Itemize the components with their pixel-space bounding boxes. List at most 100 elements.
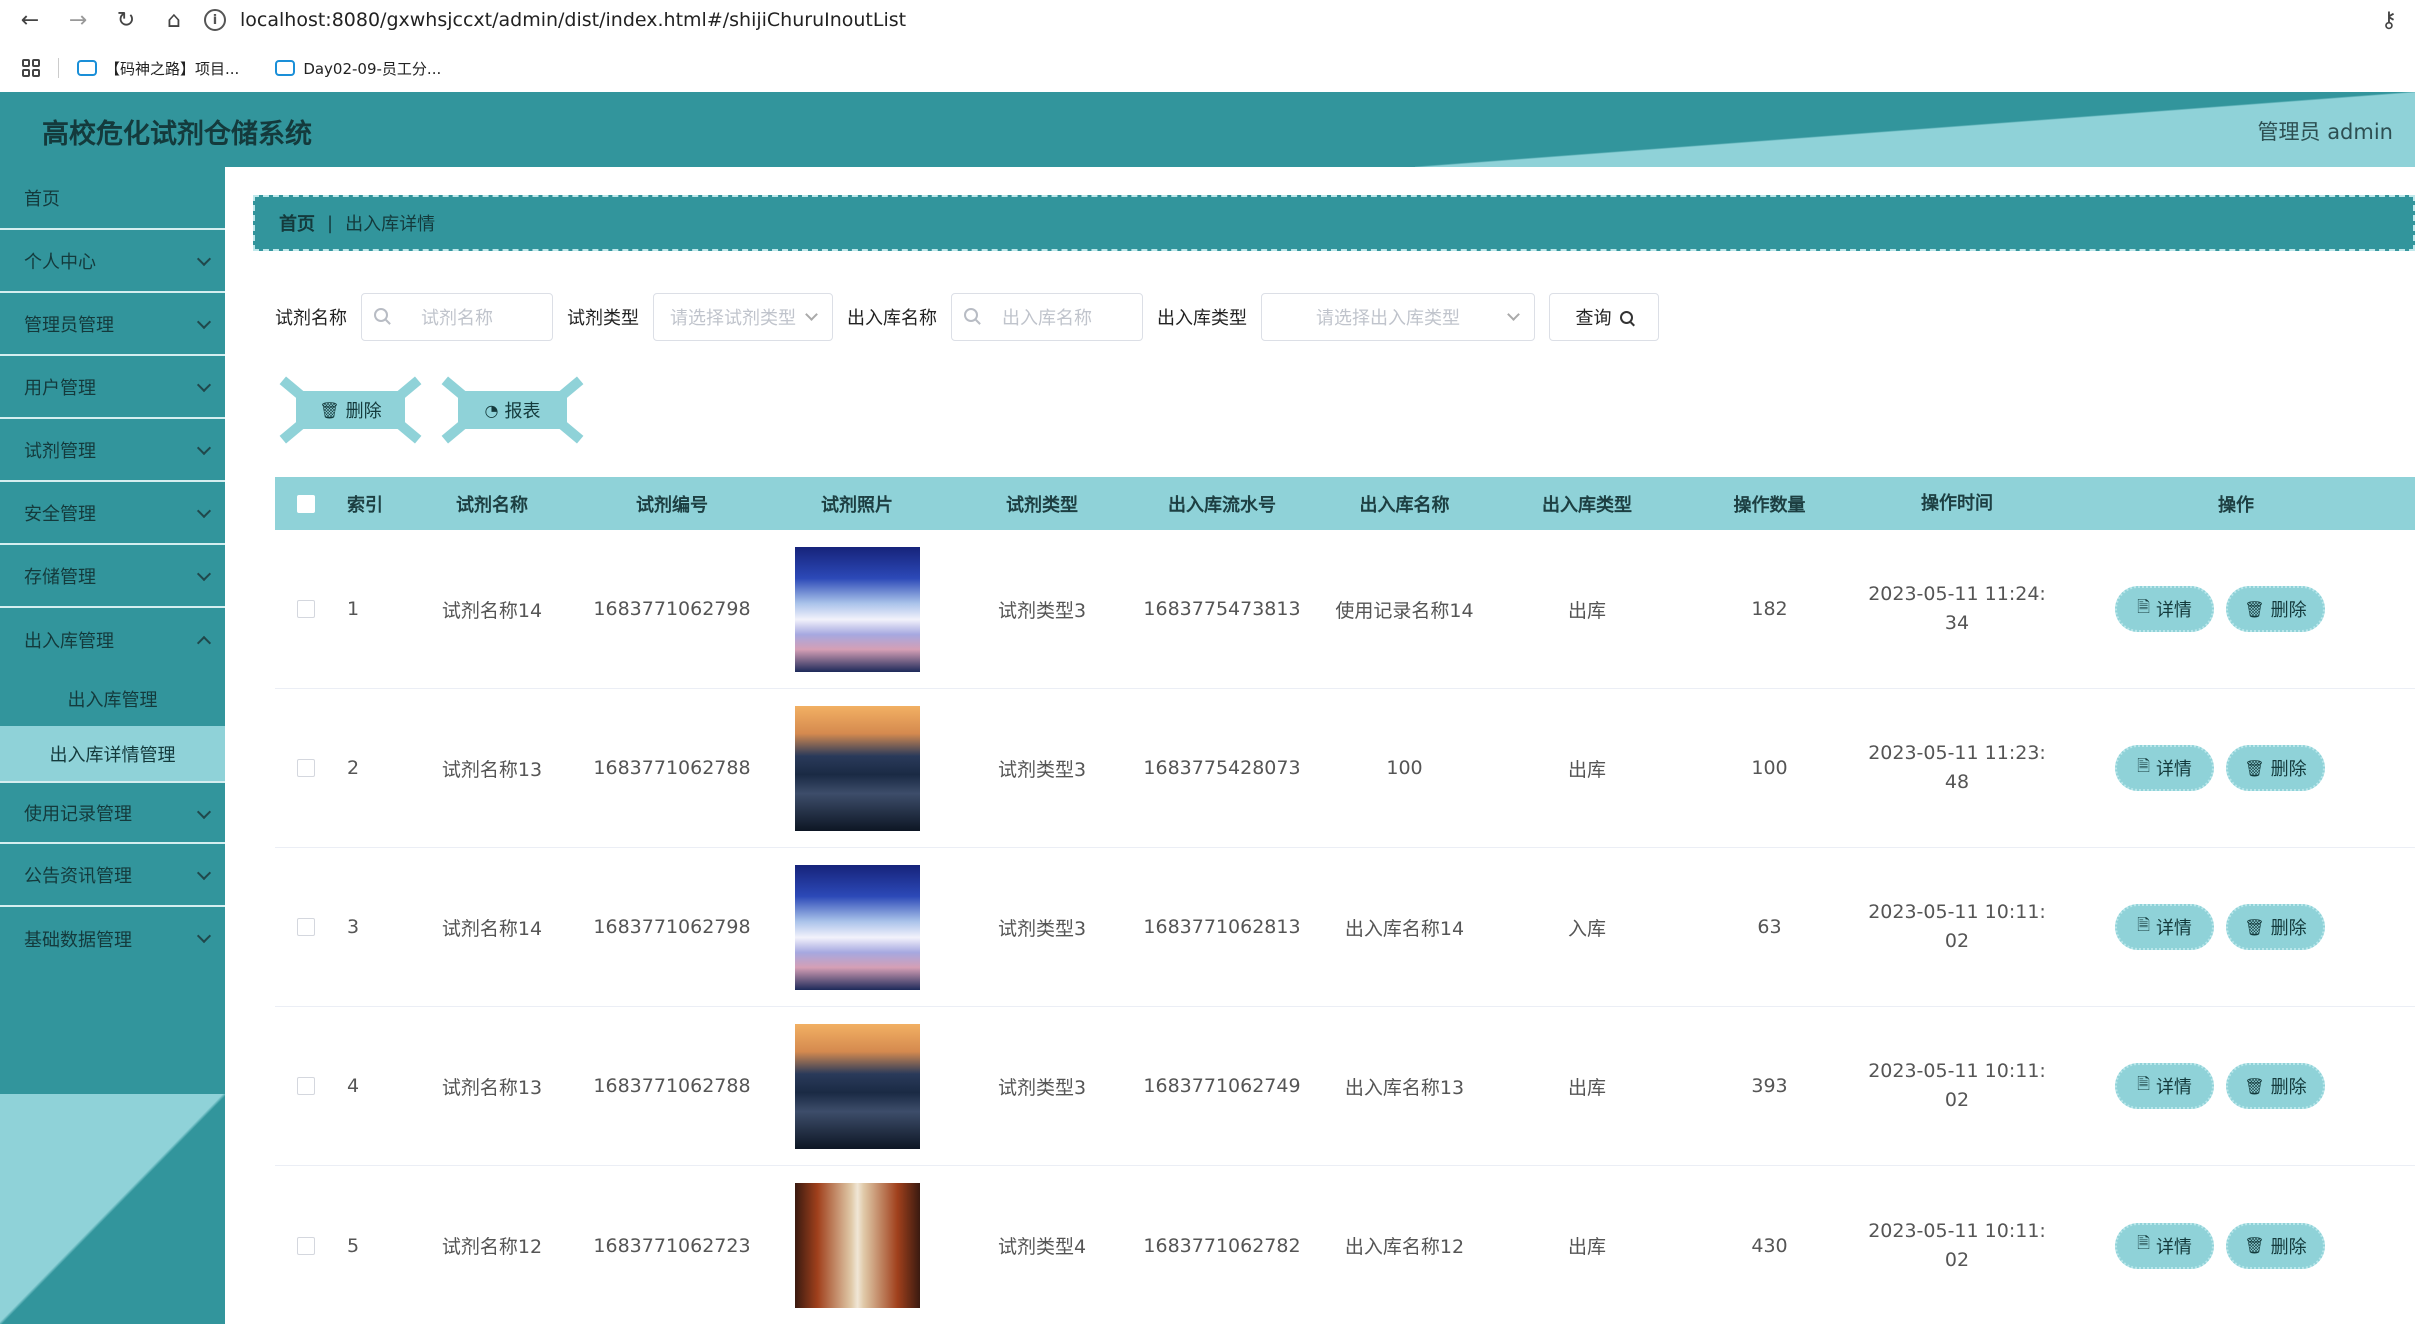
breadcrumb: 首页 | 出入库详情 — [253, 195, 2415, 251]
row-iotype: 出库 — [1567, 599, 1606, 622]
sidebar-item-security[interactable]: 安全管理 — [0, 482, 225, 545]
detail-label: 详情 — [2155, 759, 2192, 780]
report-button[interactable]: ◔ 报表 — [440, 376, 585, 444]
inout-type-select[interactable]: 请选择出入库类型 — [1261, 293, 1535, 341]
bookmark-item[interactable]: Day02-09-员工分... — [275, 58, 441, 79]
sidebar-item-admins[interactable]: 管理员管理 — [0, 293, 225, 356]
header-photo: 试剂照片 — [821, 494, 893, 516]
bilibili-icon — [275, 60, 296, 76]
reagent-type-select[interactable]: 请选择试剂类型 — [653, 293, 833, 341]
chevron-down-icon — [196, 377, 212, 393]
detail-button[interactable]: 🗎 详情 — [2115, 745, 2214, 791]
detail-label: 详情 — [2155, 600, 2192, 621]
sidebar: 首页 个人中心 管理员管理 用户管理 试剂管理 安全管理 存储管理 出入库管理 … — [0, 167, 225, 1324]
document-icon: 🗎 — [2137, 1073, 2150, 1093]
sidebar-item-inout[interactable]: 出入库管理 — [0, 608, 225, 671]
reagent-photo[interactable] — [794, 1023, 920, 1149]
bulk-delete-button[interactable]: 🗑 删除 — [278, 376, 423, 444]
row-checkbox[interactable] — [297, 1077, 315, 1095]
row-qty: 182 — [1751, 598, 1788, 620]
row-time: 2023-05-11 10:11: 02 — [1857, 898, 2057, 956]
row-actions: 🗎 详情 🗑 删除 — [2057, 1222, 2415, 1269]
row-photo-cell — [757, 1023, 957, 1149]
row-photo-cell — [757, 546, 957, 672]
forward-icon[interactable]: → — [60, 2, 96, 38]
row-checkbox[interactable] — [297, 918, 315, 936]
sidebar-item-profile[interactable]: 个人中心 — [0, 230, 225, 293]
report-label: 报表 — [504, 401, 541, 422]
breadcrumb-home[interactable]: 首页 — [279, 210, 315, 236]
key-icon[interactable]: ⚷ — [2381, 8, 2397, 33]
reagent-photo[interactable] — [794, 705, 920, 831]
url-text: localhost:8080/gxwhsjccxt/admin/dist/ind… — [240, 9, 907, 31]
row-delete-button[interactable]: 🗑 删除 — [2226, 745, 2325, 791]
header-code: 试剂编号 — [636, 494, 708, 516]
table-row: 3 试剂名称14 1683771062798 试剂类型3 16837710628… — [275, 848, 2415, 1007]
search-icon — [374, 308, 388, 322]
sidebar-item-label: 公告资讯管理 — [24, 865, 132, 887]
breadcrumb-separator: | — [327, 212, 334, 234]
row-iotype: 入库 — [1567, 917, 1606, 940]
chevron-down-icon — [196, 503, 212, 519]
select-all-checkbox[interactable] — [297, 494, 315, 513]
sidebar-item-label: 首页 — [24, 188, 60, 210]
row-delete-button[interactable]: 🗑 删除 — [2226, 1222, 2325, 1269]
breadcrumb-current: 出入库详情 — [345, 214, 436, 235]
row-time: 2023-05-11 11:24: 34 — [1857, 580, 2057, 638]
row-select-cell — [275, 600, 337, 618]
sidebar-item-home[interactable]: 首页 — [0, 167, 225, 230]
bookmark-item[interactable]: 【码神之路】项目... — [77, 58, 239, 79]
row-checkbox[interactable] — [297, 600, 315, 618]
row-actions: 🗎 详情 🗑 删除 — [2057, 1063, 2415, 1109]
inout-name-input[interactable]: 出入库名称 — [951, 293, 1143, 341]
detail-button[interactable]: 🗎 详情 — [2115, 586, 2214, 632]
table-row: 1 试剂名称14 1683771062798 试剂类型3 16837754738… — [275, 530, 2415, 689]
reagent-name-input[interactable]: 试剂名称 — [361, 293, 553, 341]
row-code: 1683771062788 — [593, 757, 751, 779]
reagent-name-placeholder: 试剂名称 — [421, 308, 493, 329]
row-name: 试剂名称13 — [441, 1076, 543, 1099]
sidebar-item-news[interactable]: 公告资讯管理 — [0, 844, 225, 907]
sidebar-subitem-inout[interactable]: 出入库管理 — [0, 671, 225, 726]
sidebar-item-label: 试剂管理 — [24, 440, 96, 462]
sidebar-item-users[interactable]: 用户管理 — [0, 356, 225, 419]
query-label: 查询 — [1575, 308, 1612, 329]
reagent-photo[interactable] — [794, 546, 920, 672]
sidebar-item-storage[interactable]: 存储管理 — [0, 545, 225, 608]
chevron-down-icon — [196, 865, 212, 881]
row-delete-button[interactable]: 🗑 删除 — [2226, 1063, 2325, 1109]
header-iotype: 出入库类型 — [1542, 494, 1632, 516]
home-icon[interactable]: ⌂ — [156, 2, 192, 38]
row-index: 5 — [347, 1234, 360, 1257]
sidebar-item-usage[interactable]: 使用记录管理 — [0, 781, 225, 844]
site-info-icon[interactable]: i — [204, 9, 226, 31]
reagent-photo[interactable] — [794, 864, 920, 990]
row-checkbox[interactable] — [297, 759, 315, 777]
delete-label: 删除 — [2270, 600, 2307, 621]
user-label[interactable]: 管理员 admin — [2258, 116, 2393, 146]
apps-grid-icon[interactable] — [22, 59, 40, 77]
delete-label: 删除 — [345, 401, 382, 422]
table-row: 4 试剂名称13 1683771062788 试剂类型3 16837710627… — [275, 1007, 2415, 1166]
address-bar[interactable]: i localhost:8080/gxwhsjccxt/admin/dist/i… — [204, 4, 2415, 36]
reload-icon[interactable]: ↻ — [108, 2, 144, 38]
row-serial: 1683771062782 — [1143, 1234, 1301, 1257]
bookmark-label: 【码神之路】项目... — [105, 59, 240, 78]
row-checkbox[interactable] — [297, 1236, 315, 1255]
row-delete-button[interactable]: 🗑 删除 — [2226, 904, 2325, 950]
detail-button[interactable]: 🗎 详情 — [2115, 1063, 2214, 1109]
row-time-date: 2023-05-11 11:23: — [1868, 742, 2046, 764]
detail-label: 详情 — [2155, 1236, 2192, 1258]
sidebar-subitem-inout-detail[interactable]: 出入库详情管理 — [0, 726, 225, 781]
reagent-photo[interactable] — [794, 1183, 920, 1308]
back-icon[interactable]: ← — [12, 2, 48, 38]
row-delete-button[interactable]: 🗑 删除 — [2226, 586, 2325, 632]
sidebar-item-reagents[interactable]: 试剂管理 — [0, 419, 225, 482]
sidebar-item-basedata[interactable]: 基础数据管理 — [0, 907, 225, 970]
row-serial: 1683775428073 — [1143, 757, 1301, 779]
detail-button[interactable]: 🗎 详情 — [2115, 904, 2214, 950]
query-button[interactable]: 查询 — [1549, 293, 1659, 341]
chevron-down-icon — [196, 566, 212, 582]
app-header: 高校危化试剂仓储系统 管理员 admin — [0, 92, 2415, 167]
detail-button[interactable]: 🗎 详情 — [2115, 1222, 2214, 1269]
